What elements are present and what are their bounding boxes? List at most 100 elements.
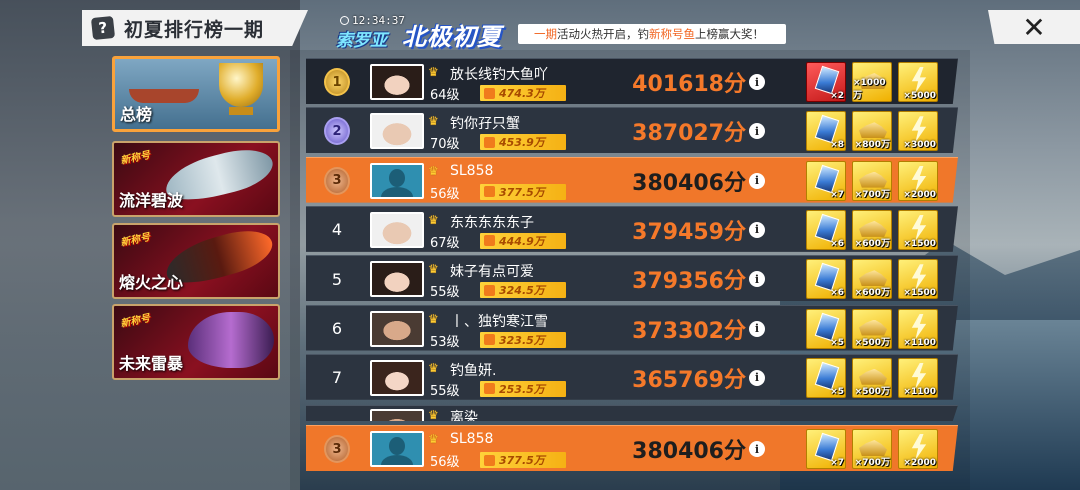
power-badge: 323.5万	[480, 331, 566, 348]
avatar[interactable]	[370, 211, 424, 248]
trophy-icon	[219, 63, 263, 107]
reward-quantity: ×1500	[903, 288, 936, 299]
power-badge: 377.5万	[480, 183, 566, 200]
power-badge: 324.5万	[480, 282, 566, 299]
table-row[interactable]: 5 ♛ 妹子有点可爱 55级 324.5万 379356分 i ×6 ×600万 ×1500	[306, 255, 958, 302]
energy-bolt-icon	[911, 67, 927, 93]
category-label: 流洋碧波	[119, 191, 184, 210]
reward-item[interactable]: ×5	[806, 308, 846, 349]
close-button[interactable]: ✕	[988, 10, 1080, 44]
info-icon[interactable]: i	[749, 369, 765, 386]
reward-item[interactable]: ×2000	[898, 429, 938, 469]
gold-coin-icon	[859, 220, 887, 237]
info-icon[interactable]: i	[749, 441, 765, 457]
reward-item[interactable]: ×1100	[898, 357, 938, 398]
reward-item[interactable]: ×6	[806, 209, 846, 250]
table-row[interactable]: 3 ♛ SL858 56级 377.5万 380406分 i ×7 ×700万 ×2000	[306, 156, 958, 203]
reward-item[interactable]: ×8	[806, 111, 846, 152]
reward-item[interactable]: ×3000	[898, 111, 938, 152]
info-icon[interactable]: i	[749, 172, 765, 189]
reward-item[interactable]: ×700万	[852, 160, 892, 201]
table-row[interactable]: 3 ♛ SL858 56级 377.5万 380406分 i ×7 ×700万 ×2000	[306, 425, 958, 471]
crown-icon: ♛	[428, 360, 439, 375]
reward-item[interactable]: ×1100	[898, 308, 938, 349]
category-tab-overall[interactable]: 总榜	[112, 56, 280, 132]
avatar[interactable]	[370, 359, 424, 396]
info-icon[interactable]: i	[749, 221, 765, 238]
gold-coin-icon	[859, 440, 887, 456]
avatar[interactable]	[370, 162, 424, 199]
table-row[interactable]: 7 ♛ 钓鱼妍. 55级 253.5万 365769分 i ×5 ×500万 ×1100	[306, 353, 958, 400]
avatar[interactable]	[370, 261, 424, 298]
score: 379356分	[632, 269, 746, 295]
rewards-group: ×5 ×500万 ×1100	[806, 308, 938, 349]
rank-medal-icon: 3	[324, 435, 350, 463]
crown-icon: ♛	[428, 212, 439, 227]
reward-quantity: ×6	[830, 288, 844, 299]
reward-item[interactable]: ×1500	[898, 209, 938, 250]
reward-quantity: ×7	[830, 189, 844, 200]
reward-quantity: ×2000	[903, 189, 936, 200]
gold-coin-icon	[859, 270, 887, 287]
score: 380406分	[632, 439, 746, 464]
power-value: 474.3万	[499, 87, 545, 100]
avatar[interactable]	[370, 431, 424, 467]
energy-bolt-icon	[911, 116, 927, 143]
reward-item[interactable]: ×5	[806, 357, 846, 398]
score: 373302分	[632, 318, 746, 344]
gold-coin-icon	[859, 171, 887, 188]
reward-item[interactable]: ×600万	[852, 259, 892, 300]
power-badge: 474.3万	[480, 85, 566, 101]
reward-quantity: ×5000	[903, 91, 936, 101]
event-logo-title: 北极初夏	[402, 23, 502, 51]
reward-item[interactable]: ×7	[806, 160, 846, 201]
rewards-group: ×2 ×1000万 ×5000	[806, 62, 938, 102]
category-tab-storm[interactable]: 新称号 未来雷暴	[112, 304, 280, 380]
fist-icon	[484, 186, 495, 198]
reward-item[interactable]: ×1000万	[852, 62, 892, 102]
avatar[interactable]	[370, 310, 424, 347]
reward-item[interactable]: ×700万	[852, 429, 892, 469]
player-level: 55级	[430, 383, 460, 399]
info-icon[interactable]: i	[749, 123, 765, 140]
energy-bolt-icon	[911, 214, 927, 241]
reward-quantity: ×6	[830, 238, 844, 249]
player-level: 56级	[430, 186, 460, 202]
table-row[interactable]: 6 ♛ 丨、独钓寒江雪 53级 323.5万 373302分 i ×5 ×500万 ×1100	[306, 304, 958, 351]
help-icon[interactable]: ?	[90, 15, 116, 41]
card-icon	[814, 164, 840, 193]
crown-icon: ♛	[428, 262, 439, 277]
reward-item[interactable]: ×2000	[898, 160, 938, 201]
table-row[interactable]: 4 ♛ 东东东东东子 67级 444.9万 379459分 i ×6 ×600万 ×1500	[306, 205, 958, 252]
fist-icon	[484, 383, 495, 395]
table-row[interactable]: 2 ♛ 钓你孖只蟹 70级 453.9万 387027分 i ×8 ×800万 ×3000	[306, 107, 958, 154]
power-value: 253.5万	[499, 382, 545, 396]
energy-bolt-icon	[911, 313, 927, 340]
reward-quantity: ×600万	[854, 238, 890, 249]
avatar[interactable]	[370, 113, 424, 150]
avatar[interactable]	[370, 64, 424, 100]
player-level: 70级	[430, 137, 460, 153]
reward-item[interactable]: ×500万	[852, 308, 892, 349]
reward-item[interactable]: ×1500	[898, 259, 938, 300]
power-value: 377.5万	[499, 454, 545, 467]
table-row[interactable]: 1 ♛ 放长线钓大鱼吖 64级 474.3万 401618分 i ×2 ×1000万 ×5000	[306, 58, 958, 104]
reward-item[interactable]: ×5000	[898, 62, 938, 102]
player-name: 放长线钓大鱼吖	[450, 67, 548, 83]
category-tab-magma[interactable]: 新称号 熔火之心	[112, 223, 280, 299]
reward-item[interactable]: ×800万	[852, 111, 892, 152]
reward-item[interactable]: ×2	[806, 62, 846, 102]
card-icon	[814, 361, 840, 390]
info-icon[interactable]: i	[749, 320, 765, 337]
reward-item[interactable]: ×600万	[852, 209, 892, 250]
info-icon[interactable]: i	[749, 74, 765, 90]
info-icon[interactable]: i	[749, 271, 765, 288]
clock-icon	[340, 16, 349, 25]
event-msg-part: 上榜赢大奖！	[695, 27, 764, 41]
category-tab-ocean[interactable]: 新称号 流洋碧波	[112, 141, 280, 217]
reward-item[interactable]: ×500万	[852, 357, 892, 398]
reward-item[interactable]: ×7	[806, 429, 846, 469]
table-row-partial[interactable]: ♛ 离染	[306, 405, 958, 421]
reward-item[interactable]: ×6	[806, 259, 846, 300]
rewards-group: ×6 ×600万 ×1500	[806, 209, 938, 250]
